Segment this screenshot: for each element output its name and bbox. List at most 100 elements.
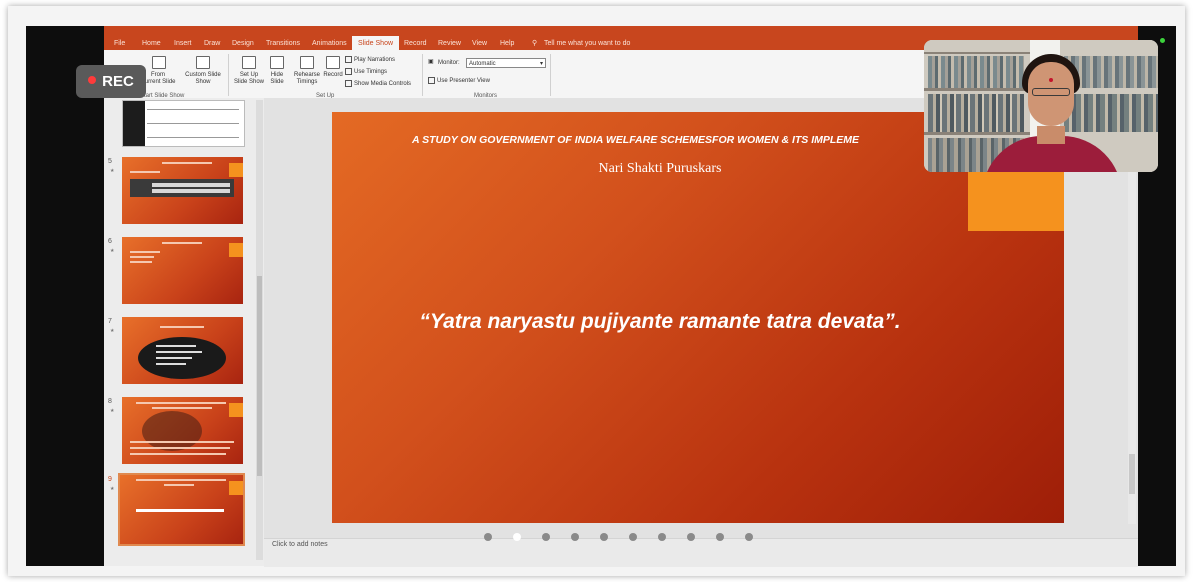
thumbnail-table-line [147, 109, 239, 110]
thumbnail-table-block [123, 101, 145, 146]
tab-draw[interactable]: Draw [204, 40, 220, 47]
thumbnail-text-line [130, 251, 160, 253]
pager-dot[interactable] [745, 533, 753, 541]
ribbon-separator [550, 54, 551, 96]
setup-slide-show-button[interactable]: Set Up Slide Show [230, 72, 268, 86]
chevron-down-icon: ▾ [539, 61, 543, 67]
pager-dot[interactable] [484, 533, 492, 541]
thumbnail-tree-image [142, 411, 202, 451]
pager-dot[interactable] [571, 533, 579, 541]
thumbnail-text-line [162, 162, 212, 164]
rehearse-timings-button[interactable]: Rehearse Timings [290, 72, 324, 86]
from-current-slide-icon [152, 56, 166, 69]
pager-dot[interactable] [629, 533, 637, 541]
presenter-view-checkbox[interactable]: Use Presenter View [428, 77, 490, 85]
presenter-view-label: Use Presenter View [437, 78, 490, 85]
recording-badge: REC [76, 65, 146, 98]
tab-design[interactable]: Design [232, 40, 254, 47]
setup-show-icon [242, 56, 256, 69]
record-button[interactable]: Record [322, 72, 344, 79]
custom-show-icon [196, 56, 210, 69]
play-narrations-label: Play Narrations [354, 57, 396, 64]
show-media-controls-label: Show Media Controls [354, 81, 412, 88]
slide-thumbnail-8[interactable] [122, 397, 243, 464]
pager-dot[interactable] [716, 533, 724, 541]
tab-help[interactable]: Help [500, 40, 514, 47]
current-slide[interactable]: A STUDY ON GOVERNMENT OF INDIA WELFARE S… [332, 112, 1064, 523]
thumbnail-text-line [136, 479, 226, 481]
thumbnail-table-row [152, 189, 230, 193]
thumbnail-table-line [147, 123, 239, 124]
thumbnail-scrollbar-thumb[interactable] [257, 276, 262, 476]
custom-show-button[interactable]: Custom Slide Show [180, 72, 226, 86]
tab-transitions[interactable]: Transitions [266, 40, 300, 47]
thumbnail-text-line [162, 242, 202, 244]
slide-number-9: 9 [108, 476, 112, 483]
thumbnail-text-line [156, 357, 192, 359]
shelf-board [924, 52, 1030, 54]
thumbnail-table-row [152, 183, 230, 187]
tab-review[interactable]: Review [438, 40, 461, 47]
thumbnail-scrollbar[interactable] [256, 100, 263, 560]
play-narrations-checkbox[interactable]: Play Narrations [345, 56, 395, 64]
show-media-controls-checkbox[interactable]: Show Media Controls [345, 80, 411, 88]
thumbnail-text-line [130, 441, 234, 443]
tell-me-search[interactable]: Tell me what you want to do [544, 40, 630, 47]
transition-star-icon: ★ [110, 248, 115, 254]
presenter-glasses [1032, 88, 1070, 96]
tab-animations[interactable]: Animations [312, 40, 347, 47]
slide-thumbnail-7[interactable] [122, 317, 243, 384]
slide-number-6: 6 [108, 238, 112, 245]
rehearse-timings-icon [300, 56, 314, 69]
pager-dot[interactable] [542, 533, 550, 541]
slide-quote: “Yatra naryastu pujiyante ramante tatra … [419, 310, 901, 333]
notes-placeholder[interactable]: Click to add notes [272, 541, 328, 548]
ribbon-separator [228, 54, 229, 96]
slide-thumbnail-5[interactable] [122, 157, 243, 224]
thumbnail-accent [229, 243, 243, 257]
tab-home[interactable]: Home [142, 40, 161, 47]
thumbnail-table-line [147, 137, 239, 138]
transition-star-icon: ★ [110, 486, 115, 492]
thumbnail-quote-line [136, 509, 224, 512]
tab-file[interactable]: File [114, 40, 125, 47]
thumbnail-text-line [130, 447, 230, 449]
record-icon [326, 56, 340, 69]
pager-dot[interactable] [658, 533, 666, 541]
left-letterbox [26, 26, 104, 566]
thumbnail-text-line [130, 261, 152, 263]
shelf-board [924, 88, 1030, 91]
books-row [928, 56, 1024, 88]
use-timings-label: Use Timings [354, 69, 388, 76]
books-row [1064, 94, 1158, 132]
thumbnail-text-line [136, 402, 226, 404]
transition-star-icon: ★ [110, 408, 115, 414]
thumbnail-accent [229, 481, 243, 495]
slide-scrollbar-thumb[interactable] [1129, 454, 1135, 494]
slide-number-5: 5 [108, 158, 112, 165]
notes-pane[interactable] [264, 538, 1138, 567]
use-timings-checkbox[interactable]: Use Timings [345, 68, 387, 76]
pager-dot[interactable] [600, 533, 608, 541]
slide-thumbnail-9-selected[interactable] [118, 473, 245, 546]
transition-star-icon: ★ [110, 328, 115, 334]
ribbon-separator [422, 54, 423, 96]
slide-thumbnail-4[interactable] [122, 100, 245, 147]
monitor-select[interactable]: Automatic ▾ [466, 58, 546, 68]
hide-slide-button[interactable]: Hide Slide [266, 72, 288, 86]
tab-insert[interactable]: Insert [174, 40, 192, 47]
tab-view[interactable]: View [472, 40, 487, 47]
thumbnail-text-line [130, 256, 154, 258]
books-row [928, 94, 1024, 132]
slide-thumbnail-6[interactable] [122, 237, 243, 304]
tab-record[interactable]: Record [404, 40, 427, 47]
webcam-video [924, 40, 1158, 172]
hide-slide-icon [270, 56, 284, 69]
thumbnail-text-line [152, 407, 212, 409]
monitor-select-value: Automatic [469, 61, 496, 67]
pager-dot[interactable] [687, 533, 695, 541]
pager-dot-active[interactable] [513, 533, 521, 541]
thumbnail-text-line [130, 171, 160, 173]
shelf-board [924, 132, 1030, 135]
thumbnail-text-line [160, 326, 204, 328]
